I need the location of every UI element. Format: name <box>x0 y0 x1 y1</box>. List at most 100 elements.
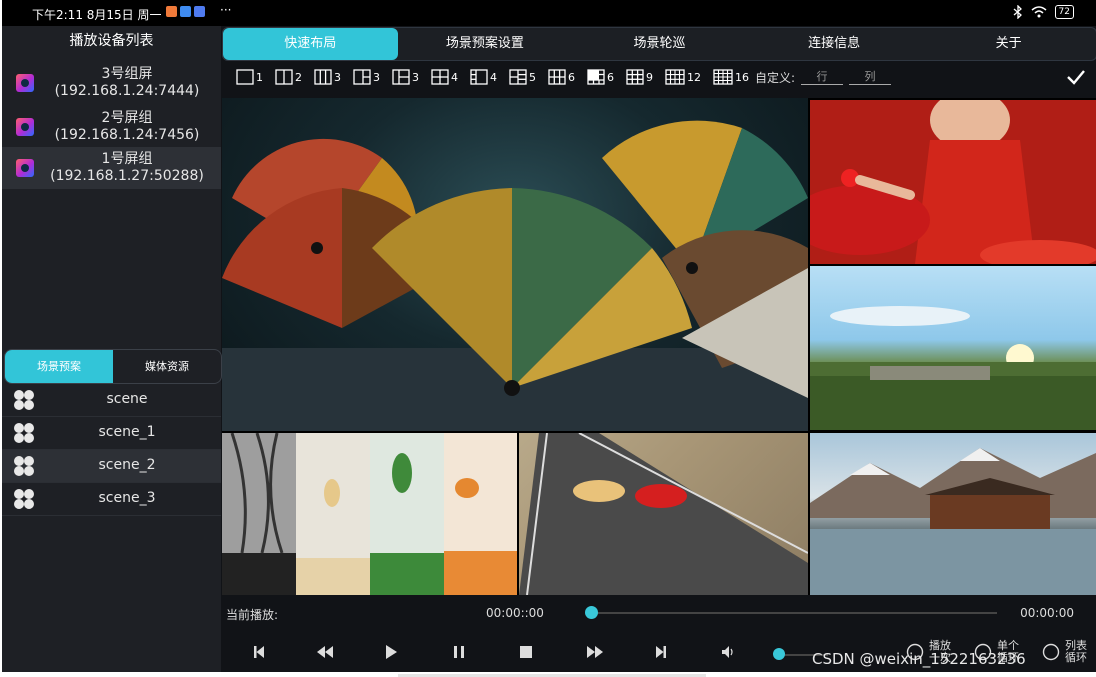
layout-12-grid-icon <box>665 69 685 85</box>
progress-track[interactable] <box>592 612 997 614</box>
bluetooth-icon <box>1013 5 1022 19</box>
layout-3-left-split-icon <box>392 69 410 85</box>
notification-icons <box>166 6 205 17</box>
device-name: 3号组屏 <box>101 66 153 82</box>
watermark-text: CSDN @weixin_1522163236 <box>812 650 1026 668</box>
skip-previous-icon[interactable] <box>252 644 266 660</box>
app-window: 下午2:11 8月15日 周一 ··· 72 播放设备列表 3号组屏 (192.… <box>2 0 1096 672</box>
device-item[interactable]: 3号组屏 (192.168.1.24:7444) <box>2 62 221 104</box>
total-time: 00:00:00 <box>1020 606 1074 620</box>
scene-item[interactable]: scene_2 <box>2 450 221 483</box>
volume-handle[interactable] <box>773 648 785 660</box>
layout-9-grid-icon <box>626 69 644 85</box>
rewind-icon[interactable] <box>316 644 334 660</box>
status-right: 72 <box>1013 5 1074 19</box>
layout-1-button[interactable]: 1 <box>236 69 263 85</box>
custom-layout-label: 自定义: <box>755 70 796 85</box>
village-landscape-image <box>810 306 1096 430</box>
tab-quick-layout[interactable]: 快速布局 <box>223 28 398 60</box>
device-name: 1号屏组 <box>101 151 153 167</box>
scene-clover-icon <box>14 390 34 410</box>
layout-6-main-icon <box>587 69 605 85</box>
layout-4-grid-button[interactable]: 4 <box>431 69 458 85</box>
video-tile-fans[interactable] <box>222 98 808 431</box>
video-tile-road[interactable] <box>519 433 808 595</box>
tab-scene-patrol[interactable]: 场景轮巡 <box>572 28 747 60</box>
skip-next-icon[interactable] <box>654 644 668 660</box>
desert-road-cars-image <box>519 433 808 595</box>
layout-16-grid-button[interactable]: 16 <box>713 69 749 85</box>
wifi-icon <box>1031 6 1047 18</box>
scene-name: scene_2 <box>98 457 156 473</box>
top-tab-bar: 快速布局 场景预案设置 场景轮巡 连接信息 关于 <box>222 27 1096 61</box>
custom-rows-input[interactable]: 行 <box>801 70 844 85</box>
pause-icon[interactable] <box>452 644 466 660</box>
status-bar: 下午2:11 8月15日 周一 ··· 72 <box>2 0 1096 26</box>
battery-indicator: 72 <box>1054 5 1074 19</box>
device-screen-icon <box>16 74 34 92</box>
app-notification-icon <box>166 6 177 17</box>
folding-fans-image <box>222 120 808 431</box>
tab-connection-info[interactable]: 连接信息 <box>747 28 922 60</box>
mountain-lake-image <box>810 448 1096 595</box>
tab-media-resources[interactable]: 媒体资源 <box>113 350 221 383</box>
layout-4-grid-icon <box>431 69 449 85</box>
current-playing-label: 当前播放: <box>226 608 279 622</box>
layout-3-right-split-icon <box>353 69 371 85</box>
left-tab-switch: 场景预案 媒体资源 <box>4 349 222 384</box>
device-item[interactable]: 1号屏组 (192.168.1.27:50288) <box>2 147 221 189</box>
volume-icon[interactable] <box>720 644 736 660</box>
layout-9-grid-button[interactable]: 9 <box>626 69 653 85</box>
tab-scene-plan-settings[interactable]: 场景预案设置 <box>398 28 573 60</box>
layout-3-left-split-button[interactable]: 3 <box>392 69 419 85</box>
progress-handle[interactable] <box>585 606 598 619</box>
scene-item[interactable]: scene_1 <box>2 417 221 450</box>
layout-6-grid-icon <box>548 69 566 85</box>
layout-4-side-icon <box>470 69 488 85</box>
layout-2-icon <box>275 69 293 85</box>
device-item[interactable]: 2号屏组 (192.168.1.24:7456) <box>2 106 221 148</box>
app-notification-icon <box>180 6 191 17</box>
device-list-title: 播放设备列表 <box>69 33 154 49</box>
confirm-check-icon[interactable] <box>1066 69 1086 85</box>
tab-about[interactable]: 关于 <box>921 28 1096 60</box>
radio-unselected-icon <box>1042 643 1060 661</box>
layout-toolbar: 1 2 3 3 3 4 4 5 6 6 9 12 16 自定义: 行 列 <box>224 62 1096 92</box>
list-loop-label: 列表循环 <box>1065 639 1087 664</box>
status-more: ··· <box>220 3 232 17</box>
fast-forward-icon[interactable] <box>586 644 604 660</box>
layout-4-side-button[interactable]: 4 <box>470 69 497 85</box>
scene-name: scene_3 <box>98 490 156 506</box>
list-loop-option[interactable]: 列表循环 <box>1042 640 1090 664</box>
video-tile-raspberries[interactable] <box>810 100 1096 264</box>
scene-item[interactable]: scene_3 <box>2 483 221 516</box>
scene-clover-icon <box>14 423 34 443</box>
stop-icon[interactable] <box>518 644 534 660</box>
status-time: 下午2:11 8月15日 周一 <box>32 8 162 22</box>
layout-3-columns-icon <box>314 69 332 85</box>
device-screen-icon <box>16 118 34 136</box>
play-icon[interactable] <box>384 644 398 660</box>
custom-layout: 自定义: 行 列 <box>755 69 892 86</box>
woman-raspberries-image <box>810 100 1096 264</box>
custom-columns-input[interactable]: 列 <box>849 70 892 85</box>
layout-12-grid-button[interactable]: 12 <box>665 69 701 85</box>
layout-5-button[interactable]: 5 <box>509 69 536 85</box>
scene-clover-icon <box>14 489 34 509</box>
layout-5-icon <box>509 69 527 85</box>
device-address: (192.168.1.27:50288) <box>50 168 204 184</box>
layout-3-columns-button[interactable]: 3 <box>314 69 341 85</box>
scene-item[interactable]: scene <box>2 384 221 417</box>
layout-3-right-split-button[interactable]: 3 <box>353 69 380 85</box>
video-tile-landscape[interactable] <box>810 266 1096 430</box>
layout-6-grid-button[interactable]: 6 <box>548 69 575 85</box>
layout-6-main-button[interactable]: 6 <box>587 69 614 85</box>
pasta-image <box>222 433 517 595</box>
video-tile-pasta[interactable] <box>222 433 517 595</box>
layout-2-button[interactable]: 2 <box>275 69 302 85</box>
tab-scene-plans[interactable]: 场景预案 <box>5 350 113 383</box>
video-tile-lake[interactable] <box>810 433 1096 595</box>
device-address: (192.168.1.24:7456) <box>54 127 200 143</box>
device-screen-icon <box>16 159 34 177</box>
left-panel: 播放设备列表 3号组屏 (192.168.1.24:7444) 2号屏组 (19… <box>2 26 222 672</box>
